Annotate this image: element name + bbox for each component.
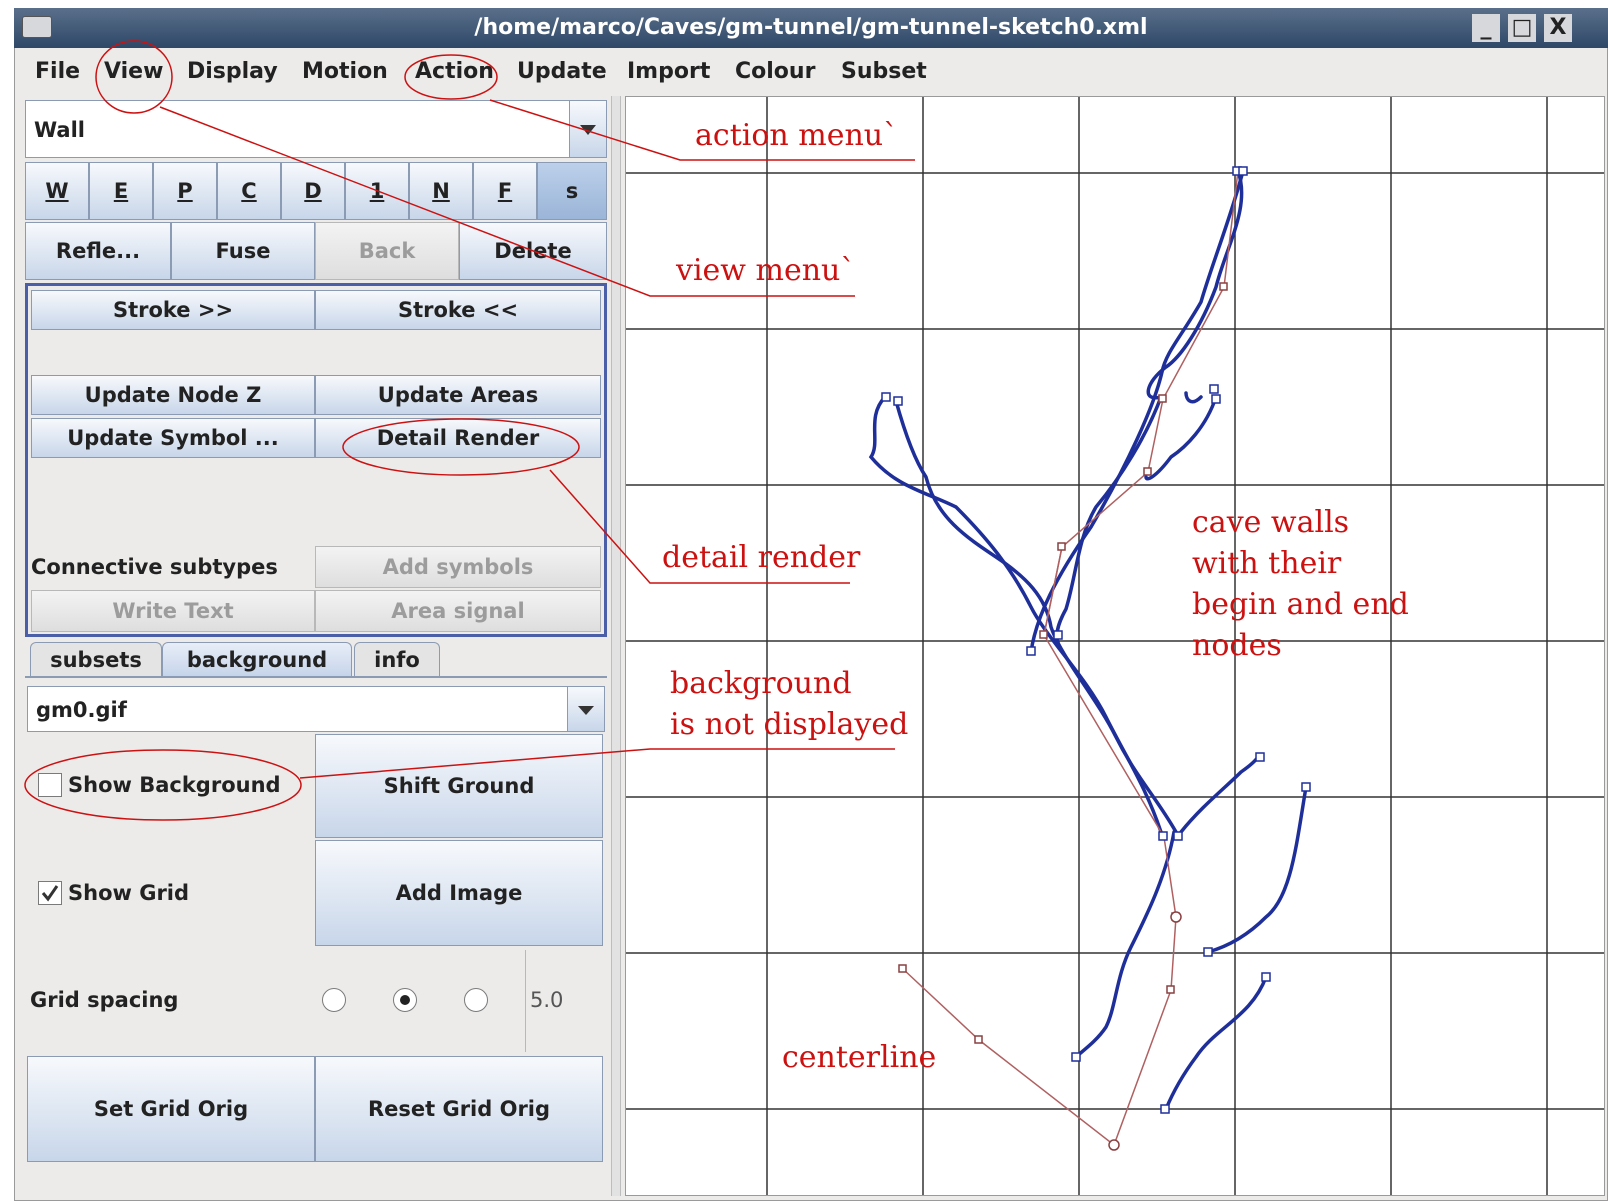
centerline-nodes: [898, 282, 1228, 1151]
update-areas-button[interactable]: Update Areas: [315, 375, 601, 415]
menu-update[interactable]: Update: [517, 50, 607, 94]
menu-action[interactable]: Action: [415, 50, 494, 94]
annotation-cave-walls-4: nodes: [1192, 628, 1282, 663]
panel-splitter[interactable]: [611, 96, 621, 1196]
annotation-background-1: background: [670, 666, 852, 701]
type-p-button[interactable]: P: [153, 162, 217, 220]
type-e-button[interactable]: E: [89, 162, 153, 220]
type-1-button[interactable]: 1: [345, 162, 409, 220]
dropdown-arrow-icon[interactable]: [567, 687, 604, 731]
update-symbol-button[interactable]: Update Symbol ...: [31, 418, 315, 458]
show-grid-label: Show Grid: [68, 881, 190, 905]
type-c-button[interactable]: C: [217, 162, 281, 220]
dropdown-arrow-icon[interactable]: [569, 101, 606, 157]
shift-ground-button[interactable]: Shift Ground: [315, 734, 603, 838]
reflect-button[interactable]: Refle...: [25, 222, 171, 280]
checkmark-icon: [41, 885, 59, 902]
area-signal-button[interactable]: Area signal: [315, 590, 601, 632]
type-d-button[interactable]: D: [281, 162, 345, 220]
annotation-background-2: is not displayed: [670, 707, 909, 742]
fuse-button[interactable]: Fuse: [171, 222, 315, 280]
grid-spacing-label: Grid spacing: [30, 988, 179, 1012]
delete-button[interactable]: Delete: [459, 222, 607, 280]
window-title: /home/marco/Caves/gm-tunnel/gm-tunnel-sk…: [474, 15, 1148, 40]
menu-bar: File View Display Motion Action Update I…: [15, 50, 1607, 94]
stroke-back-button[interactable]: Stroke <<: [315, 290, 601, 330]
radio-selected-dot: [400, 995, 410, 1005]
close-icon[interactable]: X: [1544, 14, 1572, 42]
grid-spacing-radio-1[interactable]: [322, 988, 346, 1012]
type-combo-value: Wall: [34, 118, 85, 142]
type-s-button[interactable]: s: [537, 162, 607, 220]
grid-spacing-radio-2[interactable]: [393, 988, 417, 1012]
annotation-detail-render: detail render: [662, 540, 861, 575]
show-background-checkbox[interactable]: [38, 773, 62, 797]
annotation-centerline: centerline: [782, 1040, 937, 1075]
menu-view[interactable]: View: [104, 50, 163, 94]
menu-file[interactable]: File: [35, 50, 80, 94]
background-image-value: gm0.gif: [36, 698, 127, 722]
tab-background[interactable]: background: [162, 642, 352, 676]
grid-spacing-radio-3[interactable]: [464, 988, 488, 1012]
grid-spacing-divider: [525, 950, 526, 1052]
menu-import[interactable]: Import: [627, 50, 710, 94]
back-button[interactable]: Back: [315, 222, 459, 280]
tab-subsets[interactable]: subsets: [30, 642, 162, 676]
write-text-button[interactable]: Write Text: [31, 590, 315, 632]
detail-render-button[interactable]: Detail Render: [315, 418, 601, 458]
update-node-z-button[interactable]: Update Node Z: [31, 375, 315, 415]
annotation-view-menu: view menu`: [676, 253, 856, 288]
title-bar[interactable]: /home/marco/Caves/gm-tunnel/gm-tunnel-sk…: [14, 8, 1608, 48]
type-f-button[interactable]: F: [473, 162, 537, 220]
set-grid-orig-button[interactable]: Set Grid Orig: [27, 1056, 315, 1162]
show-background-label: Show Background: [68, 773, 281, 797]
add-symbols-button[interactable]: Add symbols: [315, 546, 601, 588]
menu-display[interactable]: Display: [187, 50, 278, 94]
tab-content-divider: [25, 676, 607, 678]
type-w-button[interactable]: W: [25, 162, 89, 220]
centerline: [902, 170, 1239, 1147]
minimize-icon[interactable]: _: [1472, 14, 1500, 42]
tab-info[interactable]: info: [354, 642, 440, 676]
stroke-forward-button[interactable]: Stroke >>: [31, 290, 315, 330]
annotation-action-menu: action menu`: [695, 118, 899, 153]
connective-subtypes-label: Connective subtypes: [31, 555, 278, 579]
background-image-combo[interactable]: gm0.gif: [27, 686, 605, 732]
annotation-cave-walls-3: begin and end: [1192, 587, 1409, 622]
grid-spacing-value: 5.0: [530, 988, 564, 1012]
annotation-cave-walls-1: cave walls: [1192, 505, 1350, 540]
maximize-icon[interactable]: □: [1508, 14, 1536, 42]
menu-subset[interactable]: Subset: [841, 50, 927, 94]
menu-motion[interactable]: Motion: [302, 50, 388, 94]
show-grid-checkbox[interactable]: [38, 881, 62, 905]
type-n-button[interactable]: N: [409, 162, 473, 220]
menu-colour[interactable]: Colour: [735, 50, 815, 94]
reset-grid-orig-button[interactable]: Reset Grid Orig: [315, 1056, 603, 1162]
type-combo[interactable]: Wall: [25, 100, 607, 158]
annotation-cave-walls-2: with their: [1192, 546, 1342, 581]
add-image-button[interactable]: Add Image: [315, 840, 603, 946]
